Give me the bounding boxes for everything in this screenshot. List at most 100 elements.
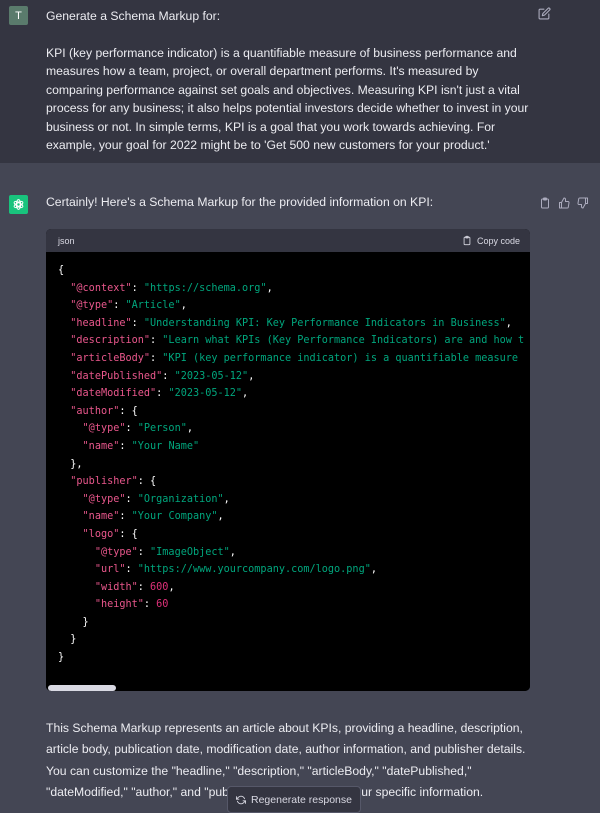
- code-punct: :: [125, 564, 138, 576]
- code-punct: [58, 547, 95, 558]
- code-punct: [58, 599, 95, 610]
- code-punct: },: [58, 458, 83, 470]
- code-line: "@context": "https://schema.org",: [58, 280, 518, 298]
- code-key: "headline": [70, 317, 132, 329]
- code-block: json Copy code { "@context": "https://sc…: [46, 229, 530, 691]
- code-key: "@type": [94, 546, 138, 558]
- code-line: "publisher": {: [58, 473, 518, 491]
- code-header: json Copy code: [46, 229, 530, 252]
- horizontal-scrollbar[interactable]: [46, 685, 530, 691]
- openai-logo-icon: [9, 195, 28, 214]
- code-punct: :: [150, 335, 163, 347]
- code-punct: [58, 494, 83, 505]
- code-punct: {: [58, 265, 65, 276]
- code-key: "@type": [82, 493, 126, 505]
- code-string: "Person": [137, 423, 187, 435]
- code-key: "height": [94, 599, 144, 611]
- code-line: "dateModified": "2023-05-12",: [58, 385, 518, 403]
- code-key: "logo": [82, 528, 120, 540]
- code-key: "url": [94, 564, 126, 576]
- code-key: "name": [82, 511, 120, 523]
- code-line: "@type": "Article",: [58, 297, 518, 315]
- code-punct: [58, 335, 70, 346]
- code-punct: ,: [229, 546, 236, 558]
- code-string: "ImageObject": [150, 546, 230, 558]
- user-message-text: Generate a Schema Markup for: KPI (key p…: [46, 7, 536, 155]
- code-punct: }: [58, 616, 89, 628]
- code-punct: [58, 441, 83, 452]
- code-line: "width": 600,: [58, 579, 518, 597]
- copy-code-button[interactable]: Copy code: [462, 235, 520, 246]
- code-string: "2023-05-12": [168, 388, 243, 400]
- code-punct: ,: [266, 282, 273, 294]
- refresh-icon: [236, 795, 246, 804]
- clipboard-icon: [463, 235, 471, 246]
- assistant-message: Certainly! Here's a Schema Markup for th…: [0, 163, 600, 813]
- code-punct: ,: [505, 317, 512, 329]
- scrollbar-thumb[interactable]: [48, 685, 116, 691]
- code-punct: :: [131, 282, 144, 294]
- code-punct: :: [119, 511, 132, 523]
- code-line: {: [58, 262, 518, 280]
- clipboard-icon[interactable]: [539, 196, 552, 209]
- user-avatar: T: [9, 6, 28, 25]
- code-line: "height": 60: [58, 596, 518, 614]
- code-punct: ,: [370, 564, 377, 576]
- code-punct: :: [137, 581, 151, 593]
- code-string: "https://schema.org": [143, 282, 267, 294]
- message-actions: [539, 196, 590, 209]
- code-key: "articleBody": [70, 352, 151, 364]
- code-key: "author": [70, 405, 120, 417]
- edit-icon[interactable]: [538, 7, 552, 21]
- code-line: "logo": {: [58, 526, 518, 544]
- code-punct: [58, 511, 83, 522]
- user-message-title: Generate a Schema Markup for:: [46, 9, 221, 23]
- code-punct: [58, 582, 95, 593]
- code-punct: [58, 353, 70, 364]
- code-line: }: [58, 631, 518, 649]
- code-key: "@context": [70, 282, 132, 294]
- code-punct: [58, 300, 70, 311]
- code-punct: [58, 406, 70, 417]
- thumbs-down-icon[interactable]: [577, 196, 590, 209]
- code-punct: ,: [180, 300, 187, 312]
- regenerate-label: Regenerate response: [251, 793, 352, 806]
- code-line: }: [58, 649, 518, 667]
- code-punct: ,: [168, 581, 175, 593]
- code-line: "author": {: [58, 403, 518, 421]
- code-punct: ,: [217, 511, 224, 523]
- code-punct: : {: [119, 528, 138, 540]
- code-punct: ,: [248, 370, 255, 382]
- code-punct: :: [150, 352, 163, 364]
- code-punct: ,: [242, 388, 249, 400]
- code-punct: ,: [223, 493, 230, 505]
- code-punct: [58, 564, 95, 575]
- code-key: "publisher": [70, 476, 138, 488]
- code-number: 60: [156, 599, 169, 611]
- code-string: "https://www.yourcompany.com/logo.png": [137, 564, 371, 576]
- code-punct: :: [125, 423, 138, 435]
- code-number: 600: [150, 581, 169, 593]
- code-punct: [58, 529, 83, 540]
- code-line: "url": "https://www.yourcompany.com/logo…: [58, 561, 518, 579]
- thumbs-up-icon[interactable]: [558, 196, 571, 209]
- code-punct: :: [119, 440, 132, 452]
- code-punct: : {: [137, 476, 157, 488]
- code-language-label: json: [58, 235, 75, 246]
- assistant-intro: Certainly! Here's a Schema Markup for th…: [46, 195, 434, 209]
- copy-code-label: Copy code: [476, 235, 520, 246]
- code-line: },: [58, 456, 518, 474]
- code-string: "KPI (key performance indicator) is a qu…: [162, 352, 519, 364]
- code-line: "@type": "ImageObject",: [58, 544, 518, 562]
- regenerate-response-button[interactable]: Regenerate response: [227, 786, 361, 813]
- code-punct: :: [156, 388, 169, 400]
- code-key: "datePublished": [70, 370, 163, 382]
- code-line: "headline": "Understanding KPI: Key Perf…: [58, 315, 518, 333]
- code-punct: [58, 371, 70, 382]
- code-punct: :: [143, 599, 157, 611]
- code-string: "2023-05-12": [174, 370, 249, 382]
- code-punct: ,: [186, 423, 193, 435]
- code-punct: }: [58, 634, 77, 646]
- code-string: "Your Company": [131, 511, 218, 523]
- code-line: }: [58, 614, 518, 632]
